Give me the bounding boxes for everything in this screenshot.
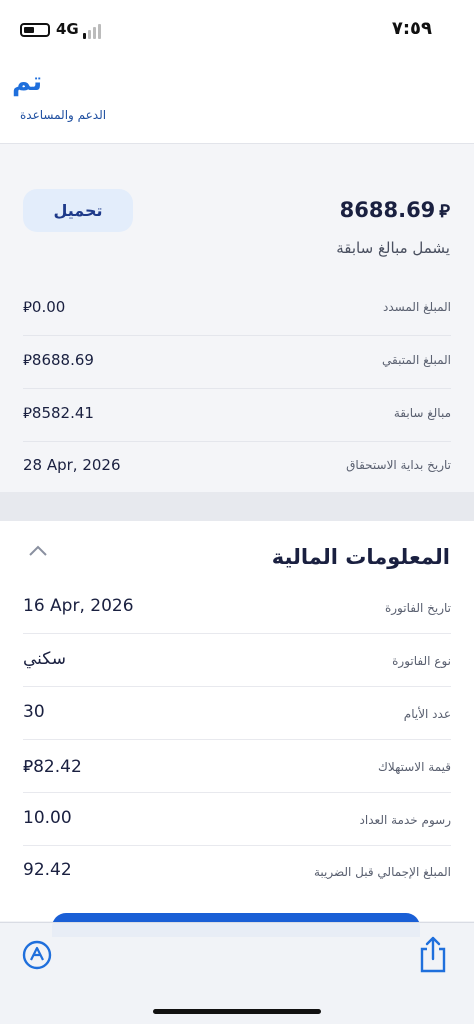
chevron-up-icon[interactable] [28, 543, 48, 559]
currency-symbol: ⃁ [439, 200, 450, 222]
signal-icon [83, 24, 101, 39]
summary-row: المبلغ المسدد ⃁0.00 [23, 284, 451, 336]
download-button[interactable]: تحميل [23, 189, 133, 232]
financial-info-section: المعلومات المالية تاريخ الفاتورة 16 Apr,… [0, 521, 474, 921]
summary-row-label: تاريخ بداية الاستحقاق [346, 458, 451, 472]
financial-row-label: تاريخ الفاتورة [384, 601, 451, 615]
financial-row: رسوم خدمة العداد 10.00 [23, 793, 451, 846]
status-bar: 4G ٧:٥٩ [0, 0, 474, 62]
markup-icon[interactable] [22, 940, 52, 970]
summary-row-value: ⃁0.00 [23, 298, 66, 316]
financial-row-label: المبلغ الإجمالي قبل الضريبة [313, 865, 451, 879]
clock: ٧:٥٩ [391, 18, 432, 39]
financial-row-value: 92.42 [23, 860, 72, 880]
bottom-toolbar [0, 922, 474, 1024]
financial-row-value: ⃁82.42 [23, 757, 82, 777]
summary-row-value: ⃁8688.69 [23, 351, 94, 369]
financial-row-label: عدد الأيام [403, 707, 451, 721]
invoice-screen: 4G ٧:٥٩ تم الدعم والمساعدة تحميل 8688.69… [0, 0, 474, 1024]
summary-row-label: مبالغ سابقة [393, 406, 451, 420]
summary-row: المبلغ المتبقي ⃁8688.69 [23, 337, 451, 389]
financial-row: نوع الفاتورة سكني [23, 634, 451, 687]
financial-row: عدد الأيام 30 [23, 687, 451, 740]
section-divider [0, 492, 474, 521]
financial-row-label: قيمة الاستهلاك [378, 760, 451, 774]
financial-row: تاريخ الفاتورة 16 Apr, 2026 [23, 581, 451, 634]
total-amount-value: 8688.69 [339, 198, 436, 222]
financial-row-value: 30 [23, 702, 45, 722]
financial-row-label: رسوم خدمة العداد [359, 813, 451, 827]
section-title: المعلومات المالية [271, 545, 450, 569]
financial-row: المبلغ الإجمالي قبل الضريبة 92.42 [23, 845, 451, 898]
summary-row: تاريخ بداية الاستحقاق 28 Apr, 2026 [23, 442, 451, 494]
financial-row: قيمة الاستهلاك ⃁82.42 [23, 740, 451, 793]
home-indicator [153, 1009, 321, 1014]
network-label: 4G [56, 20, 79, 38]
support-link-label: الدعم والمساعدة [20, 108, 107, 122]
summary-row-label: المبلغ المتبقي [382, 353, 451, 367]
summary-row-value: ⃁8582.41 [23, 404, 94, 422]
financial-row-value: سكني [23, 649, 66, 669]
summary-row: مبالغ سابقة ⃁8582.41 [23, 390, 451, 442]
total-note: يشمل مبالغ سابقة [336, 239, 450, 257]
share-icon[interactable] [418, 935, 448, 973]
bill-summary: تحميل 8688.69 ⃁ يشمل مبالغ سابقة المبلغ … [0, 144, 474, 492]
header: تم [0, 62, 474, 112]
currency-symbol: ⃁ [23, 298, 32, 316]
total-amount: 8688.69 ⃁ [340, 198, 450, 222]
currency-symbol: ⃁ [23, 351, 32, 369]
financial-row-label: نوع الفاتورة [392, 654, 451, 668]
financial-row-value: 10.00 [23, 808, 72, 828]
currency-symbol: ⃁ [23, 404, 32, 422]
financial-row-value: 16 Apr, 2026 [23, 596, 134, 616]
currency-symbol: ⃁ [23, 757, 34, 777]
summary-row-value: 28 Apr, 2026 [23, 456, 121, 474]
summary-row-label: المبلغ المسدد [383, 300, 451, 314]
battery-icon [20, 23, 50, 37]
support-link[interactable]: الدعم والمساعدة [0, 108, 474, 144]
done-button[interactable]: تم [12, 67, 42, 97]
